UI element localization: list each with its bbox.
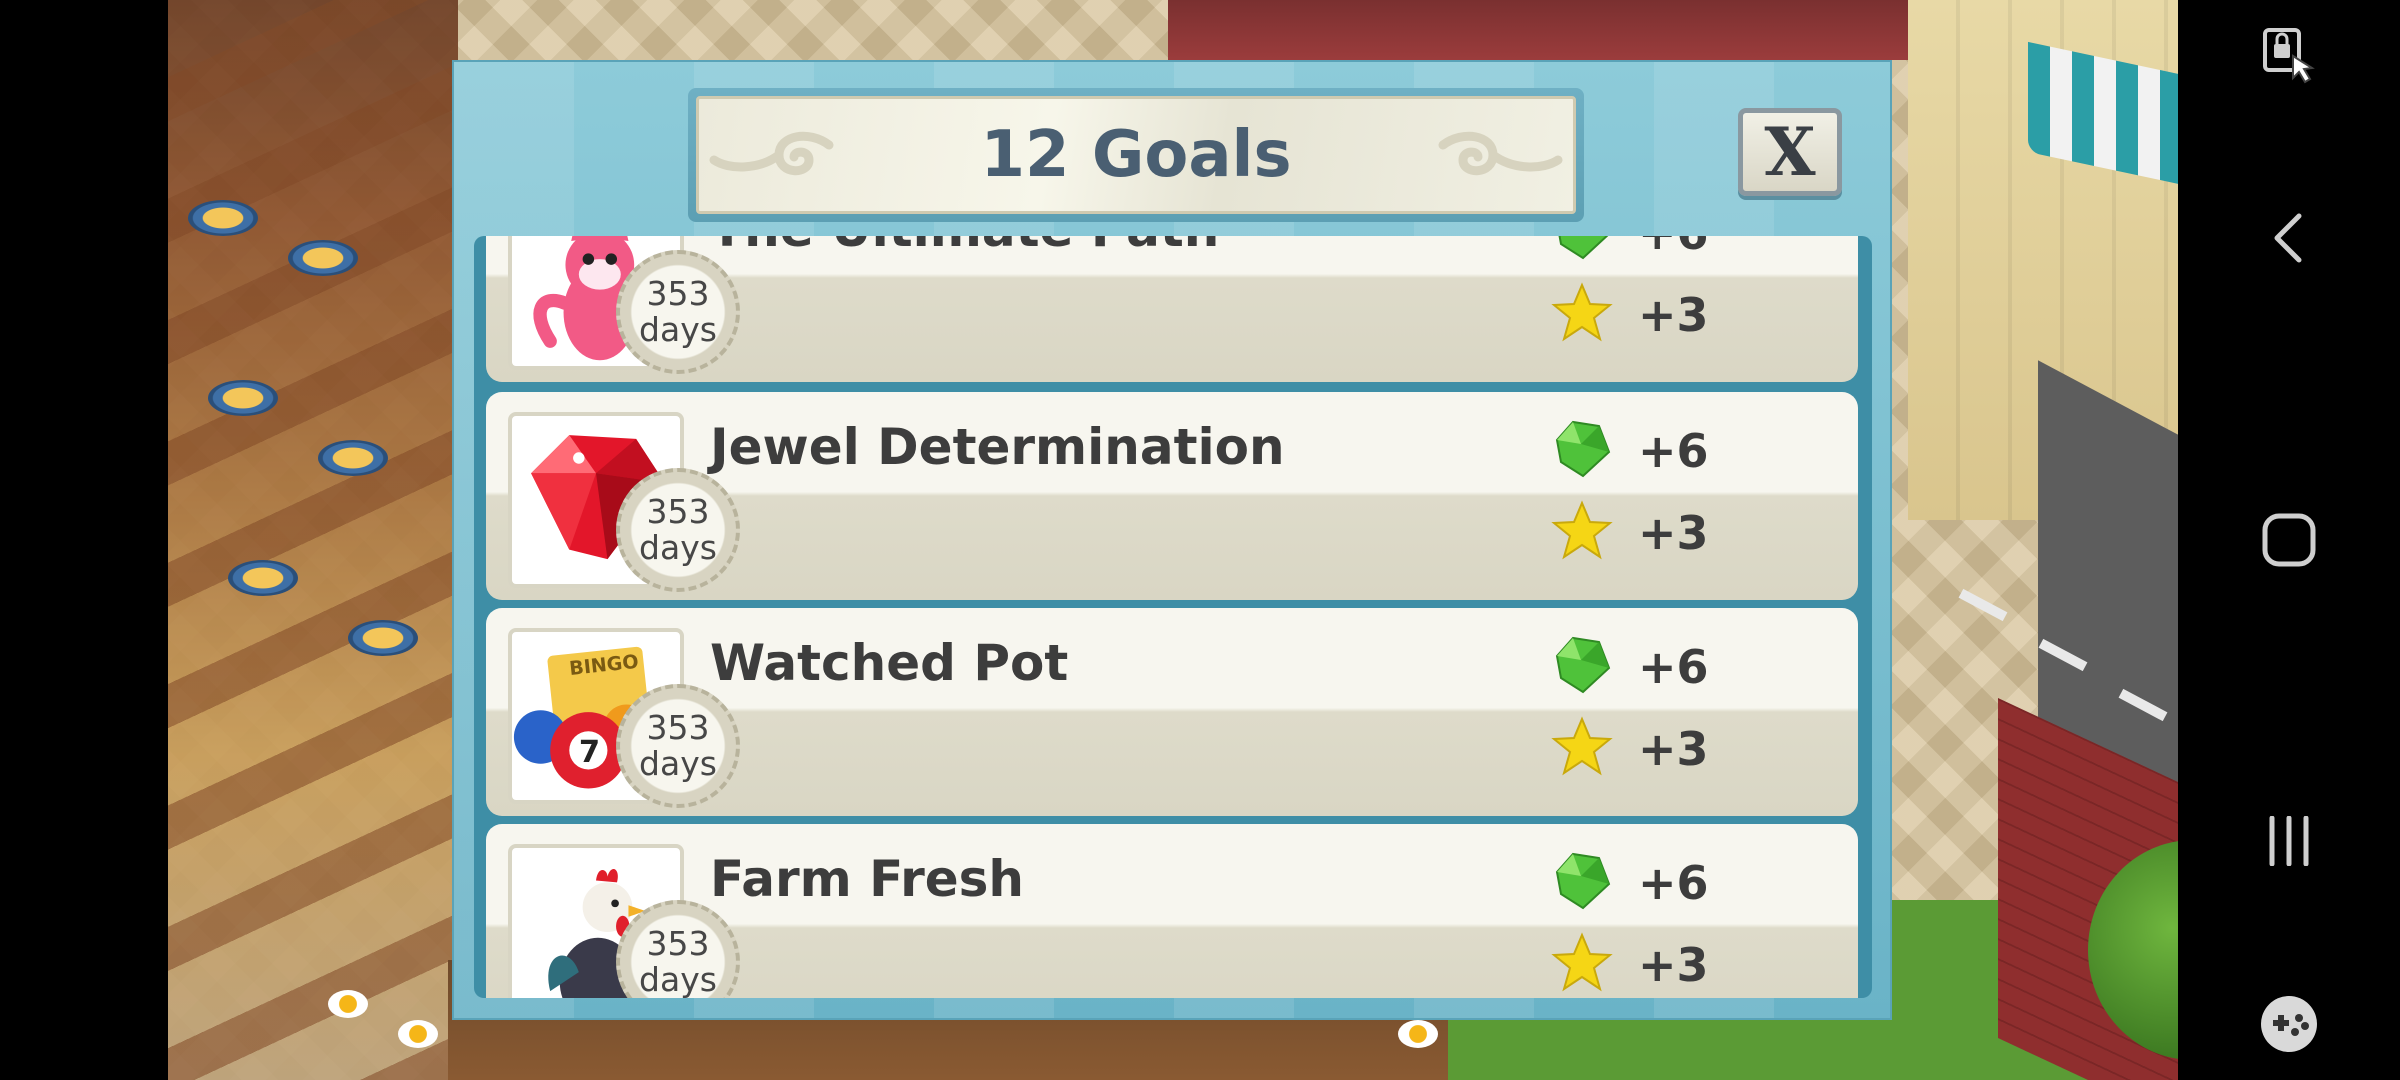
bingo-ball-number: 7 xyxy=(579,735,600,770)
goal-list[interactable]: 353 days The Ultimate Path +6 +3 xyxy=(486,236,1858,998)
close-label: X xyxy=(1764,113,1816,191)
star-icon xyxy=(1551,500,1613,560)
goal-timer: 353 days xyxy=(616,250,740,374)
star-reward: +3 xyxy=(1638,506,1709,560)
timer-unit: days xyxy=(639,744,717,783)
goal-row[interactable]: 353 days Jewel Determination +6 +3 xyxy=(486,392,1858,600)
food-dish xyxy=(208,380,278,416)
game-tools-icon xyxy=(2261,996,2317,1052)
food-counters xyxy=(168,0,458,1080)
green-gem-icon xyxy=(1558,236,1609,260)
recents-button[interactable] xyxy=(2178,816,2400,866)
title-banner: 12 Goals xyxy=(696,96,1576,214)
goal-title: Farm Fresh xyxy=(710,850,1025,908)
goal-timer: 353 days xyxy=(616,684,740,808)
food-dish xyxy=(318,440,388,476)
star-icon xyxy=(1551,716,1613,776)
fried-egg xyxy=(328,990,368,1018)
right-flourish-icon xyxy=(1438,131,1563,176)
timer-number: 353 xyxy=(646,492,710,531)
gem-reward: +6 xyxy=(1638,424,1709,478)
timer-number: 353 xyxy=(646,924,710,963)
goals-dialog: 12 Goals X 353 days +3 353 days Jewel De… xyxy=(452,60,1892,1020)
screen-lock-icon xyxy=(2263,28,2315,84)
timer-number: 353 xyxy=(646,708,710,747)
goal-row[interactable]: BINGO 7 353 days Watched Pot +6 +3 xyxy=(486,608,1858,816)
gem-reward: +6 xyxy=(1638,640,1709,694)
goal-timer: 353 days xyxy=(616,468,740,592)
goal-row[interactable]: 353 days The Ultimate Path +6 +3 xyxy=(486,236,1858,382)
food-dish xyxy=(228,560,298,596)
gem-reward: +6 xyxy=(1638,856,1709,910)
green-gem-icon xyxy=(1555,420,1611,478)
system-nav-bar xyxy=(2178,0,2400,1080)
recents-icon xyxy=(2269,816,2309,866)
timer-unit: days xyxy=(639,310,717,349)
screen: 12 Goals X 353 days +3 353 days Jewel De… xyxy=(0,0,2400,1080)
gem-reward: +6 xyxy=(1638,236,1709,260)
title-plate: 12 Goals xyxy=(688,88,1584,222)
timer-unit: days xyxy=(639,528,717,567)
dialog-title: 12 Goals xyxy=(980,118,1292,192)
food-dish xyxy=(188,200,258,236)
fried-egg xyxy=(398,1020,438,1048)
left-flourish-icon xyxy=(709,131,834,176)
fried-egg xyxy=(1398,1020,1438,1048)
green-gem-icon xyxy=(1555,852,1611,910)
back-button[interactable] xyxy=(2178,210,2400,266)
star-reward: +3 xyxy=(1638,938,1709,992)
green-gem-icon xyxy=(1555,636,1611,694)
star-reward: +3 xyxy=(1638,288,1709,342)
timer-number: 353 xyxy=(646,274,710,313)
home-icon xyxy=(2262,513,2316,567)
home-button[interactable] xyxy=(2178,512,2400,568)
goal-row[interactable]: 353 days Farm Fresh +6 +3 xyxy=(486,824,1858,998)
back-icon xyxy=(2274,213,2302,263)
food-dish xyxy=(348,620,418,656)
goal-title: The Ultimate Path xyxy=(710,236,1219,258)
star-icon xyxy=(1551,932,1613,992)
goal-list-frame[interactable]: 353 days The Ultimate Path +6 +3 xyxy=(474,236,1872,998)
close-button[interactable]: X xyxy=(1738,108,1842,196)
timer-unit: days xyxy=(639,960,717,998)
goal-title: Jewel Determination xyxy=(710,418,1285,476)
screen-lock-button[interactable] xyxy=(2178,26,2400,86)
star-icon xyxy=(1551,282,1613,342)
food-dish xyxy=(288,240,358,276)
goal-title: Watched Pot xyxy=(710,634,1069,692)
star-reward: +3 xyxy=(1638,722,1709,776)
game-tools-button[interactable] xyxy=(2178,994,2400,1054)
